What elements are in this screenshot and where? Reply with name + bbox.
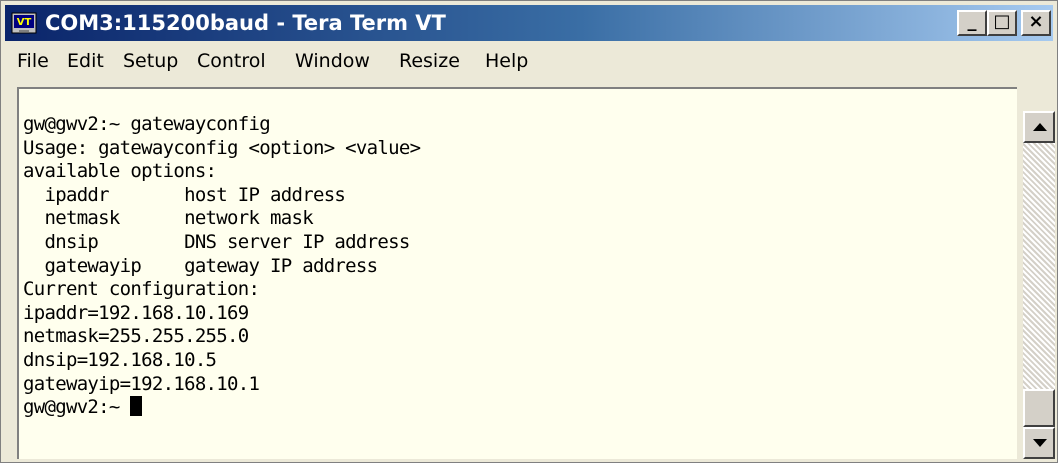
terminal-line: gw@gwv2:~ gatewayconfig (23, 113, 271, 135)
minimize-button[interactable]: _ (957, 10, 987, 36)
terminal-line: available options: (23, 160, 217, 183)
terminal-output: gw@gwv2:~ gatewayconfig Usage: gatewaycon… (23, 113, 421, 420)
close-button[interactable]: × (1021, 10, 1051, 36)
menu-control[interactable]: Control (197, 49, 266, 73)
terminal-line: dnsip=192.168.10.5 (23, 348, 217, 371)
scroll-up-button[interactable] (1023, 111, 1055, 143)
menu-edit[interactable]: Edit (67, 49, 104, 73)
menu-resize[interactable]: Resize (399, 49, 460, 73)
text-cursor (130, 396, 143, 417)
terminal-area[interactable]: gw@gwv2:~ gatewayconfig Usage: gatewaycon… (17, 87, 1017, 459)
tera-term-window: VT COM3:115200baud - Tera Term VT _ □ × … (0, 0, 1058, 463)
terminal-prompt-line: gw@gwv2:~ (23, 396, 420, 420)
menu-setup[interactable]: Setup (123, 49, 178, 73)
menu-bar: File Edit Setup Control Window Resize He… (5, 43, 1053, 79)
title-bar[interactable]: VT COM3:115200baud - Tera Term VT _ □ × (5, 5, 1053, 41)
menu-window[interactable]: Window (295, 49, 370, 73)
terminal-line: dnsip DNS server IP address (23, 230, 410, 253)
scroll-down-button[interactable] (1023, 427, 1055, 459)
terminal-line: ipaddr host IP address (23, 183, 346, 206)
terminal-line: Usage: gatewayconfig <option> <value> (23, 136, 421, 159)
terminal-line: netmask=255.255.255.0 (23, 325, 249, 348)
menu-file[interactable]: File (17, 49, 49, 73)
arrow-up-icon (1033, 123, 1047, 131)
arrow-down-icon (1033, 439, 1047, 447)
terminal-line: gatewayip=192.168.10.1 (23, 372, 260, 395)
terminal-line: gatewayip gateway IP address (23, 254, 378, 277)
svg-text:VT: VT (17, 17, 32, 28)
tera-term-icon: VT (11, 12, 37, 34)
terminal-line: netmask network mask (23, 207, 313, 230)
vertical-scrollbar[interactable] (1023, 111, 1055, 459)
window-title: COM3:115200baud - Tera Term VT (45, 11, 446, 35)
menu-help[interactable]: Help (485, 49, 528, 73)
terminal-line: ipaddr=192.168.10.169 (23, 301, 249, 324)
terminal-line: Current configuration: (23, 278, 260, 301)
terminal-prompt: gw@gwv2:~ (23, 396, 131, 419)
scroll-thumb[interactable] (1023, 389, 1055, 427)
maximize-button[interactable]: □ (987, 10, 1017, 36)
